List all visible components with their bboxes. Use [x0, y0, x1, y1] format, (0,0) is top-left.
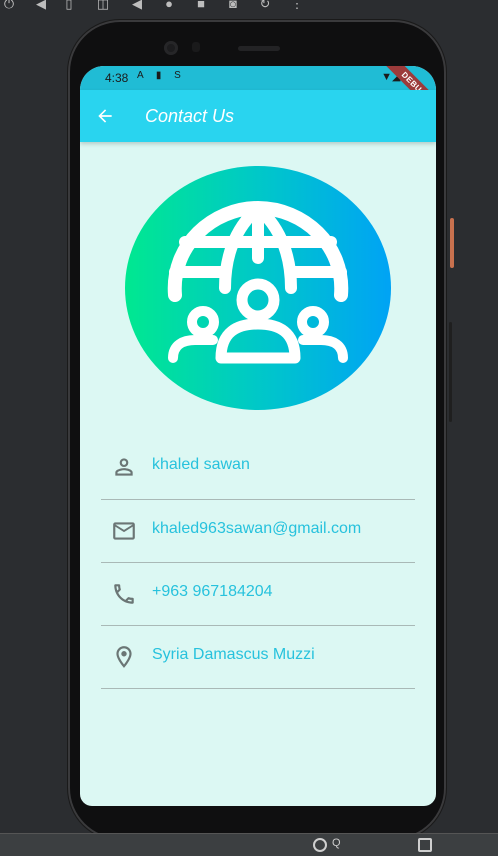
- app-bar: Contact Us: [80, 90, 436, 142]
- contact-row-name[interactable]: khaled sawan: [101, 436, 415, 500]
- emulator-search-hint: Q: [332, 837, 341, 849]
- page-title: Contact Us: [145, 106, 235, 126]
- sensor: [192, 42, 200, 52]
- power-side-button[interactable]: [450, 218, 454, 268]
- emulator-toolbar: ⏻ ◀ ▯ ◫ ◀ ● ■ ◙ ↻ ⋮: [0, 0, 498, 14]
- status-notification-icons: A ▮ S: [137, 70, 186, 81]
- home-dot-icon[interactable]: ●: [162, 0, 176, 10]
- emulator-bottom-bar: Q: [0, 833, 498, 856]
- contact-row-address[interactable]: Syria Damascus Muzzi: [101, 626, 415, 689]
- contact-email: khaled963sawan@gmail.com: [152, 520, 362, 537]
- person-icon: [115, 458, 133, 476]
- arrow-left-icon[interactable]: [94, 106, 116, 126]
- front-camera: [164, 41, 178, 55]
- phone-icon: [114, 584, 134, 604]
- contact-row-phone[interactable]: +963 967184204: [101, 563, 415, 626]
- location-pin-icon: [116, 646, 132, 668]
- contact-logo: [125, 166, 391, 410]
- device-screen: 4:38 A ▮ S ▼◢ ◈ DEBUG Contact Us: [80, 66, 436, 806]
- status-bar: 4:38 A ▮ S ▼◢ ◈ DEBUG: [80, 66, 436, 118]
- search-icon[interactable]: [313, 838, 327, 852]
- contact-list: khaled sawan khaled963sawan@gmail.com +9…: [101, 436, 415, 689]
- contact-row-email[interactable]: khaled963sawan@gmail.com: [101, 500, 415, 563]
- status-time: 4:38: [105, 71, 129, 85]
- earpiece-speaker: [238, 46, 280, 51]
- contact-name: khaled sawan: [152, 456, 250, 473]
- globe-people-icon: [167, 201, 349, 364]
- power-icon[interactable]: ⏻: [2, 0, 16, 10]
- rotate-icon[interactable]: ▯: [62, 0, 76, 10]
- contact-phone: +963 967184204: [152, 583, 273, 600]
- rewind-icon[interactable]: ↻: [258, 0, 272, 10]
- volume-icon[interactable]: ◀: [34, 0, 48, 10]
- back-triangle-icon[interactable]: ◀: [130, 0, 144, 10]
- more-icon[interactable]: ⋮: [290, 0, 304, 10]
- contact-address: Syria Damascus Muzzi: [152, 646, 315, 663]
- volume-side-button[interactable]: [449, 322, 452, 422]
- event-log-icon[interactable]: [418, 838, 432, 852]
- rotate-right-icon[interactable]: ◫: [96, 0, 110, 10]
- mail-icon: [113, 522, 135, 540]
- screenshot-icon[interactable]: ◙: [226, 0, 240, 10]
- overview-square-icon[interactable]: ■: [194, 0, 208, 10]
